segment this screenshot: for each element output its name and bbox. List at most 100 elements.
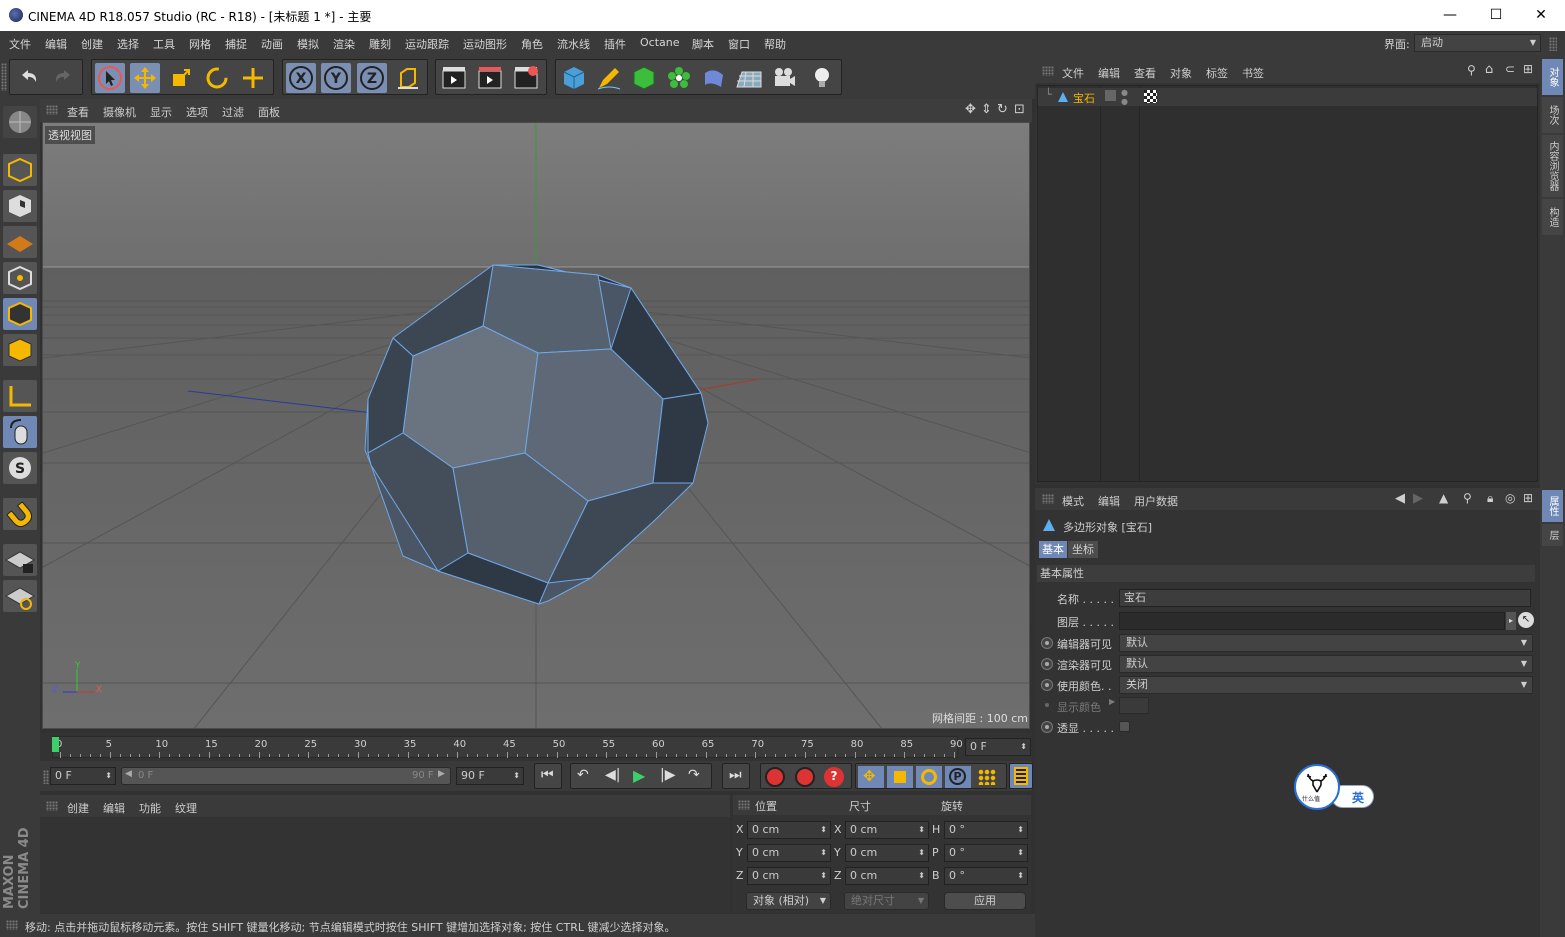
layer-menu-arrow-icon[interactable]: ▸ [1506, 612, 1516, 630]
maximize-button[interactable]: ☐ [1473, 0, 1519, 31]
viewport-menu-options[interactable]: 选项 [186, 104, 208, 120]
camera-button[interactable] [769, 63, 799, 93]
viewport-menu-display[interactable]: 显示 [150, 104, 172, 120]
menu-simulate[interactable]: 模拟 [297, 36, 319, 52]
layer-icon[interactable] [1105, 90, 1116, 101]
material-menu-texture[interactable]: 纹理 [175, 800, 197, 816]
viewport-scene[interactable] [43, 123, 1030, 729]
name-field[interactable]: 宝石 [1119, 589, 1531, 607]
menu-help[interactable]: 帮助 [764, 36, 786, 52]
tab-coordinates[interactable]: 坐标 [1068, 541, 1098, 558]
viewport-menu-camera[interactable]: 摄像机 [103, 104, 136, 120]
new-panel-icon[interactable]: ⊞ [1523, 491, 1533, 505]
object-name[interactable]: 宝石 [1073, 90, 1095, 106]
rotation-field[interactable]: 0 ° ⬍ [944, 844, 1028, 862]
forward-arrow-icon[interactable]: ▶ [1413, 491, 1423, 506]
render-settings-button[interactable] [511, 63, 541, 93]
attr-menu-edit[interactable]: 编辑 [1098, 493, 1120, 509]
step-forward-icon[interactable]: |▶ [660, 767, 675, 783]
range-slider[interactable]: ◀ 0 F 90 F ▶ [121, 767, 451, 785]
material-menu-function[interactable]: 功能 [139, 800, 161, 816]
z-axis-button[interactable]: Z [357, 63, 387, 93]
right-tab-objects[interactable]: 对象 [1542, 59, 1563, 95]
make-editable-button[interactable] [3, 106, 37, 138]
scale-button[interactable] [166, 63, 196, 93]
pen-button[interactable] [594, 63, 624, 93]
deformer-button[interactable] [699, 63, 729, 93]
coordinate-system-button[interactable] [393, 63, 423, 93]
layout-select[interactable]: 启动 ▼ [1414, 34, 1541, 52]
menu-octane[interactable]: Octane [640, 36, 680, 49]
material-menu-edit[interactable]: 编辑 [103, 800, 125, 816]
right-tab-attributes[interactable]: 属性 [1542, 490, 1563, 522]
range-handle-left-icon[interactable]: ◀ [125, 769, 132, 779]
redo-button[interactable] [49, 63, 79, 93]
tab-basic[interactable]: 基本 [1039, 541, 1067, 558]
menu-sculpt[interactable]: 雕刻 [369, 36, 391, 52]
back-arrow-icon[interactable]: ◀ [1395, 491, 1405, 506]
render-picture-viewer-button[interactable] [475, 63, 505, 93]
right-tab-content-browser[interactable]: 内容浏览器 [1542, 135, 1563, 197]
next-key-icon[interactable]: ↷ [688, 767, 700, 783]
start-frame-field[interactable]: 0 F ⬍ [50, 767, 116, 785]
coord-mode-select[interactable]: 对象 (相对) ▼ [746, 892, 831, 910]
menu-window[interactable]: 窗口 [728, 36, 750, 52]
menu-motion-tracker[interactable]: 运动跟踪 [405, 36, 449, 52]
subdivision-button[interactable] [629, 63, 659, 93]
position-field[interactable]: 0 cm ⬍ [747, 867, 831, 885]
menu-character[interactable]: 角色 [521, 36, 543, 52]
display-color-expand-icon[interactable]: ▶ [1109, 697, 1115, 706]
timeline-window-button[interactable] [1009, 763, 1033, 789]
use-color-select[interactable]: 关闭 ▼ [1119, 676, 1533, 694]
key-parameter-icon[interactable]: P [945, 766, 971, 788]
current-frame-field[interactable]: 0 F ⬍ [965, 738, 1031, 756]
menu-file[interactable]: 文件 [9, 36, 31, 52]
workplane-mode-button[interactable] [3, 226, 37, 258]
menu-edit[interactable]: 编辑 [45, 36, 67, 52]
size-mode-select[interactable]: 绝对尺寸 ▼ [844, 892, 929, 910]
editor-vis-radio[interactable] [1041, 637, 1053, 649]
viewport-zoom-icon[interactable]: ⇕ [981, 102, 992, 117]
search-icon[interactable]: ⚲ [1467, 63, 1476, 77]
display-color-swatch[interactable] [1119, 697, 1149, 714]
texture-tag-icon[interactable] [1144, 90, 1157, 103]
move-button[interactable] [130, 63, 160, 93]
snap-button[interactable] [3, 498, 37, 530]
object-menu-edit[interactable]: 编辑 [1098, 65, 1120, 81]
object-menu-objects[interactable]: 对象 [1170, 65, 1192, 81]
visibility-dots-icon[interactable]: ● ● [1121, 88, 1128, 106]
go-end-button[interactable]: ⏭ [722, 763, 750, 789]
search-icon[interactable]: ⚲ [1463, 491, 1472, 505]
size-field[interactable]: 0 cm ⬍ [845, 867, 929, 885]
polygon-mode-button[interactable] [3, 334, 37, 366]
viewport-pan-icon[interactable]: ✥ [965, 102, 976, 117]
perspective-viewport[interactable]: 透视视图 网格间距 : 100 cm Y Z X [42, 122, 1030, 729]
xray-radio[interactable] [1041, 721, 1053, 733]
ime-badge[interactable]: 什么值 [1294, 764, 1340, 810]
autokey-icon[interactable] [795, 767, 815, 787]
use-color-radio[interactable] [1041, 679, 1053, 691]
xray-checkbox[interactable] [1119, 721, 1130, 732]
menu-animate[interactable]: 动画 [261, 36, 283, 52]
point-mode-button[interactable] [3, 262, 37, 294]
target-icon[interactable]: ◎ [1505, 491, 1515, 505]
menu-mograph[interactable]: 运动图形 [463, 36, 507, 52]
layer-field[interactable] [1119, 612, 1505, 630]
size-field[interactable]: 0 cm ⬍ [845, 821, 929, 839]
solo-mode-button[interactable]: S [3, 452, 37, 484]
new-panel-icon[interactable]: ⊞ [1523, 62, 1533, 76]
object-menu-view[interactable]: 查看 [1134, 65, 1156, 81]
edge-mode-button[interactable] [3, 298, 37, 330]
material-menu-create[interactable]: 创建 [67, 800, 89, 816]
record-key-icon[interactable] [765, 767, 785, 787]
minimize-button[interactable]: — [1427, 0, 1473, 31]
viewport-menu-filter[interactable]: 过滤 [222, 104, 244, 120]
tweak-mode-button[interactable] [3, 416, 37, 448]
size-field[interactable]: 0 cm ⬍ [845, 844, 929, 862]
rotate-button[interactable] [202, 63, 232, 93]
key-scale-icon[interactable] [887, 766, 913, 788]
menu-plugins[interactable]: 插件 [604, 36, 626, 52]
axis-mode-button[interactable] [3, 380, 37, 412]
up-arrow-icon[interactable]: ▲ [1439, 491, 1448, 505]
rotation-field[interactable]: 0 ° ⬍ [944, 867, 1028, 885]
